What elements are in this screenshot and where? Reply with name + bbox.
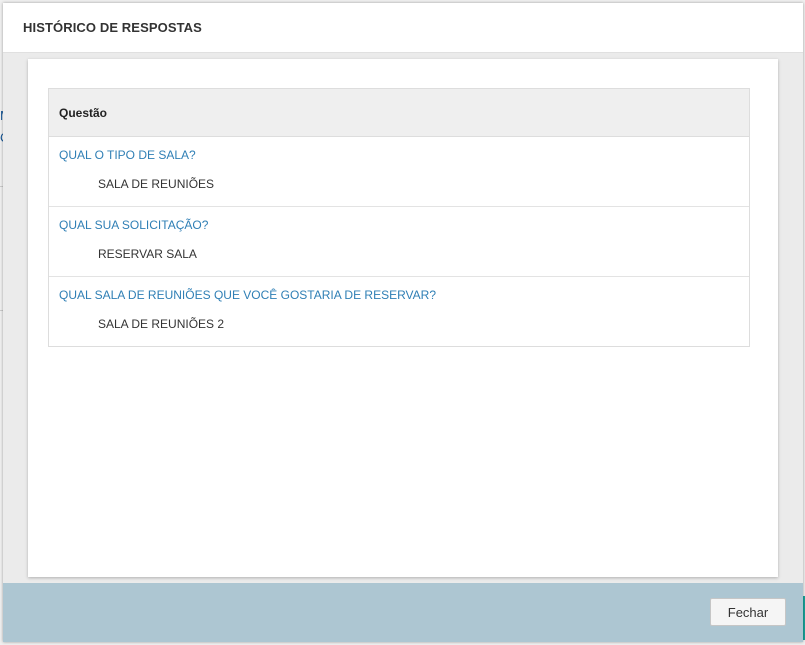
table-row: QUAL O TIPO DE SALA? SALA DE REUNIÕES [49,137,749,207]
question-link[interactable]: QUAL O TIPO DE SALA? [59,148,196,162]
table-row: QUAL SALA DE REUNIÕES QUE VOCÊ GOSTARIA … [49,277,749,346]
question-link[interactable]: QUAL SALA DE REUNIÕES QUE VOCÊ GOSTARIA … [59,288,436,302]
answer-text: SALA DE REUNIÕES [98,177,215,191]
modal-footer: Fechar [3,583,803,642]
question-link[interactable]: QUAL SUA SOLICITAÇÃO? [59,218,208,232]
modal-body-panel: Questão QUAL O TIPO DE SALA? SALA DE REU… [28,59,778,577]
modal-title: HISTÓRICO DE RESPOSTAS [23,20,202,35]
table-header-row: Questão [49,89,749,137]
table-row: QUAL SUA SOLICITAÇÃO? RESERVAR SALA [49,207,749,277]
column-header-question: Questão [59,106,108,120]
responses-table: Questão QUAL O TIPO DE SALA? SALA DE REU… [48,88,750,347]
close-button[interactable]: Fechar [710,598,786,626]
answer-text: RESERVAR SALA [98,247,197,261]
answer-text: SALA DE REUNIÕES 2 [98,317,225,331]
modal-header: HISTÓRICO DE RESPOSTAS [3,3,803,53]
response-history-modal: HISTÓRICO DE RESPOSTAS Questão QUAL O TI… [3,3,803,642]
